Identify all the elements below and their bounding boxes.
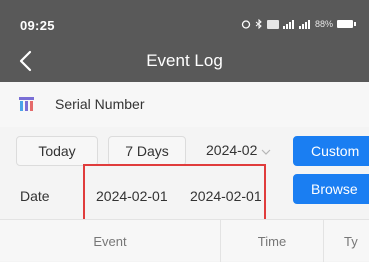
chevron-down-icon [261, 149, 271, 155]
column-header-event: Event [93, 233, 127, 249]
seven-days-button[interactable]: 7 Days [108, 136, 186, 166]
quick-filter-row: Today 7 Days 2024-02 Custom [0, 127, 369, 173]
battery-percent: 88% [314, 19, 333, 29]
device-icon [19, 97, 34, 111]
status-time: 09:25 [20, 18, 55, 33]
app-header: 09:25 88% Event Log [0, 0, 369, 82]
month-select[interactable]: 2024-02 [206, 142, 271, 158]
browse-button[interactable]: Browse [293, 174, 369, 204]
today-button[interactable]: Today [16, 136, 98, 166]
date-label: Date [20, 188, 50, 204]
signal-icon-2 [298, 19, 310, 29]
status-icons: 88% [241, 15, 356, 33]
status-bar: 09:25 88% [0, 0, 369, 40]
serial-number-row[interactable]: Serial Number [0, 82, 369, 127]
column-header-time: Time [220, 220, 323, 262]
start-date-field[interactable]: 2024-02-01 [96, 188, 168, 204]
custom-button[interactable]: Custom [293, 136, 369, 166]
serial-number-label: Serial Number [55, 96, 145, 112]
page-title: Event Log [146, 51, 223, 70]
alarm-icon [241, 20, 251, 29]
bluetooth-icon [255, 19, 262, 29]
signal-icon [282, 19, 294, 29]
network-icon [266, 19, 279, 29]
end-date-field[interactable]: 2024-02-01 [190, 188, 262, 204]
column-header-type: Ty [323, 220, 369, 262]
battery-icon [337, 20, 356, 28]
month-value: 2024-02 [206, 142, 258, 158]
event-table-header: Event Time Ty [0, 219, 369, 262]
